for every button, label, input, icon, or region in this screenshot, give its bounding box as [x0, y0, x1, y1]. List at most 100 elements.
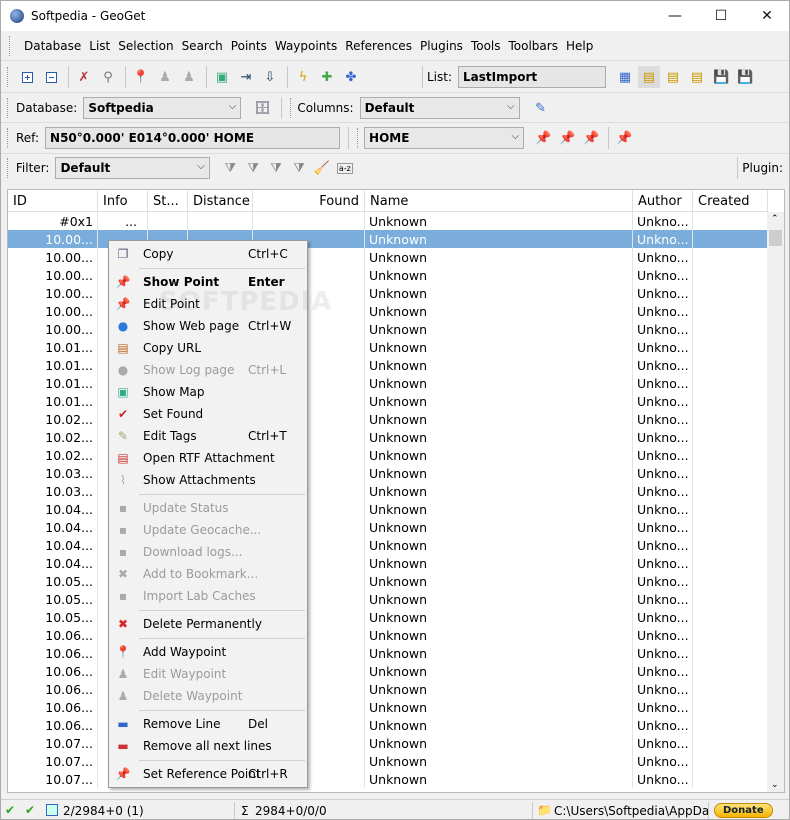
menu-item-edit-tags[interactable]: ✎ Edit Tags Ctrl+T — [109, 425, 307, 447]
database-icon[interactable]: 🗄 — [251, 97, 273, 119]
column-header-info[interactable]: Info — [98, 190, 148, 212]
menu-item-set-reference-point[interactable]: 📌 Set Reference Point Ctrl+R — [109, 763, 307, 785]
menu-item-show-point[interactable]: 📌 Show Point Enter — [109, 271, 307, 293]
context-menu: SOFTPEDIA ❐ Copy Ctrl+C 📌 Show Point Enter 📌 Ed… — [108, 240, 332, 788]
menu-help[interactable]: Help — [562, 39, 597, 53]
menu-item-label: Edit Point — [143, 297, 200, 311]
column-header-found[interactable]: Found — [253, 190, 365, 212]
puzzle-icon[interactable]: ✚ — [316, 66, 338, 88]
waypoint-edit-icon[interactable]: ♟ — [154, 66, 176, 88]
menu-list[interactable]: List — [85, 39, 114, 53]
chevron-down-icon: ⌵ — [511, 131, 520, 142]
delete-point-icon[interactable]: ✗ — [73, 66, 95, 88]
scroll-up-icon[interactable]: ⌃ — [771, 214, 779, 224]
filter-add-icon[interactable]: ⧩ — [266, 157, 287, 179]
edit-columns-icon[interactable]: ✎ — [530, 97, 552, 119]
database-select[interactable]: Softpedia ⌵ — [83, 97, 242, 119]
app-window: Softpedia - GeoGet — ☐ ✕ Database List S… — [0, 0, 790, 820]
save-icon[interactable]: 💾 — [710, 66, 732, 88]
menu-selection[interactable]: Selection — [114, 39, 177, 53]
menu-item-add-waypoint[interactable]: 📍 Add Waypoint — [109, 641, 307, 663]
menu-item-show-map[interactable]: ▣ Show Map — [109, 381, 307, 403]
map-icon[interactable]: ▣ — [211, 66, 233, 88]
ref-pin-set-icon[interactable]: 📌 — [613, 127, 635, 149]
ref-pin-add-icon[interactable]: 📌 — [556, 127, 578, 149]
list-field[interactable]: LastImport — [458, 66, 607, 88]
collapse-icon[interactable] — [40, 66, 62, 88]
menu-waypoints[interactable]: Waypoints — [271, 39, 341, 53]
cell-name: Unknown — [365, 680, 633, 698]
broom-icon[interactable]: 🧹 — [311, 157, 332, 179]
waypoint-add-icon[interactable]: 📍 — [130, 66, 152, 88]
find-icon[interactable]: ⚲ — [97, 66, 119, 88]
scroll-thumb[interactable] — [769, 230, 782, 246]
cell-author: Unkno... — [633, 482, 693, 500]
menu-item-copy[interactable]: ❐ Copy Ctrl+C — [109, 243, 307, 265]
export-icon[interactable]: ⇥ — [235, 66, 257, 88]
column-header-distance[interactable]: Distance — [188, 190, 253, 212]
column-header-created[interactable]: Created — [693, 190, 768, 212]
lightning-icon[interactable]: ϟ — [292, 66, 314, 88]
scroll-down-icon[interactable]: ⌄ — [771, 780, 779, 790]
cell-id: 10.00... — [8, 266, 98, 284]
menu-search[interactable]: Search — [178, 39, 227, 53]
menu-item-copy-url[interactable]: ▤ Copy URL — [109, 337, 307, 359]
menu-references[interactable]: References — [341, 39, 416, 53]
filter-select[interactable]: Default ⌵ — [55, 157, 210, 179]
filter-remove-icon[interactable]: ⧩ — [289, 157, 310, 179]
menu-tools[interactable]: Tools — [467, 39, 505, 53]
status-bar: ✔ ✔ 2/2984+0 (1) Σ 2984+0/0/0 📁 C:\Users… — [1, 799, 789, 820]
reference-select[interactable]: HOME ⌵ — [364, 127, 525, 149]
menu-item-edit-point[interactable]: 📌 Edit Point — [109, 293, 307, 315]
import-icon[interactable]: ⇩ — [259, 66, 281, 88]
vertical-scrollbar[interactable]: ⌃ ⌄ — [767, 212, 784, 792]
plugin-icon[interactable]: ✤ — [340, 66, 362, 88]
menu-separator — [139, 760, 305, 761]
menu-bar: Database List Selection Search Points Wa… — [1, 32, 789, 61]
cell-empty — [693, 482, 768, 500]
menu-item-remove-line[interactable]: ▬ Remove Line Del — [109, 713, 307, 735]
menu-item-show-web-page[interactable]: ● Show Web page Ctrl+W — [109, 315, 307, 337]
table-row[interactable]: #0x1... Unknown Unkno... — [8, 212, 768, 230]
cell-id: 10.04... — [8, 536, 98, 554]
menu-item-set-found[interactable]: ✔ Set Found — [109, 403, 307, 425]
column-header-author[interactable]: Author — [633, 190, 693, 212]
filter-edit-icon[interactable]: ⧩ — [220, 157, 241, 179]
column-header-id[interactable]: ID — [8, 190, 98, 212]
columns-select[interactable]: Default ⌵ — [359, 97, 520, 119]
filter-next-icon[interactable]: ⧩ — [243, 157, 264, 179]
clipboard-icon[interactable]: ▤ — [638, 66, 661, 88]
save-as-icon[interactable]: 💾 — [734, 66, 756, 88]
menu-item-label: Import Lab Caches — [143, 589, 256, 603]
minimize-button[interactable]: — — [652, 1, 698, 31]
donate-button[interactable]: Donate — [714, 803, 773, 818]
expand-icon[interactable] — [16, 66, 38, 88]
menu-item-label: Add Waypoint — [143, 645, 227, 659]
ref-pin-remove-icon[interactable]: 📌 — [580, 127, 602, 149]
menu-item-delete-permanently[interactable]: ✖ Delete Permanently — [109, 613, 307, 635]
menu-plugins[interactable]: Plugins — [416, 39, 467, 53]
menu-item-show-attachments[interactable]: ⌇ Show Attachments — [109, 469, 307, 491]
list-remove-icon[interactable]: ▤ — [686, 66, 708, 88]
ref-coordinates-field[interactable]: N50°0.000' E014°0.000' HOME — [45, 127, 341, 149]
tag-icon: ✎ — [117, 429, 129, 443]
cell-name: Unknown — [365, 338, 633, 356]
list-add-icon[interactable]: ▤ — [662, 66, 684, 88]
close-button[interactable]: ✕ — [744, 1, 790, 31]
cell-empty — [693, 320, 768, 338]
column-header-name[interactable]: Name — [365, 190, 633, 212]
menu-points[interactable]: Points — [227, 39, 271, 53]
sort-icon[interactable]: a-z — [334, 157, 355, 179]
maximize-button[interactable]: ☐ — [698, 1, 744, 31]
menu-toolbars[interactable]: Toolbars — [505, 39, 562, 53]
column-header-status[interactable]: St... — [148, 190, 188, 212]
menu-item-remove-all-next-lines[interactable]: ▬ Remove all next lines — [109, 735, 307, 757]
cell-author: Unkno... — [633, 644, 693, 662]
cell-author: Unkno... — [633, 338, 693, 356]
menu-item-open-rtf-attachment[interactable]: ▤ Open RTF Attachment — [109, 447, 307, 469]
ref-pin-icon[interactable]: 📌 — [532, 127, 554, 149]
import-icon: ▪ — [118, 589, 128, 603]
menu-database[interactable]: Database — [20, 39, 85, 53]
grid-icon[interactable]: ▦ — [614, 66, 636, 88]
waypoint-delete-icon[interactable]: ♟ — [178, 66, 200, 88]
